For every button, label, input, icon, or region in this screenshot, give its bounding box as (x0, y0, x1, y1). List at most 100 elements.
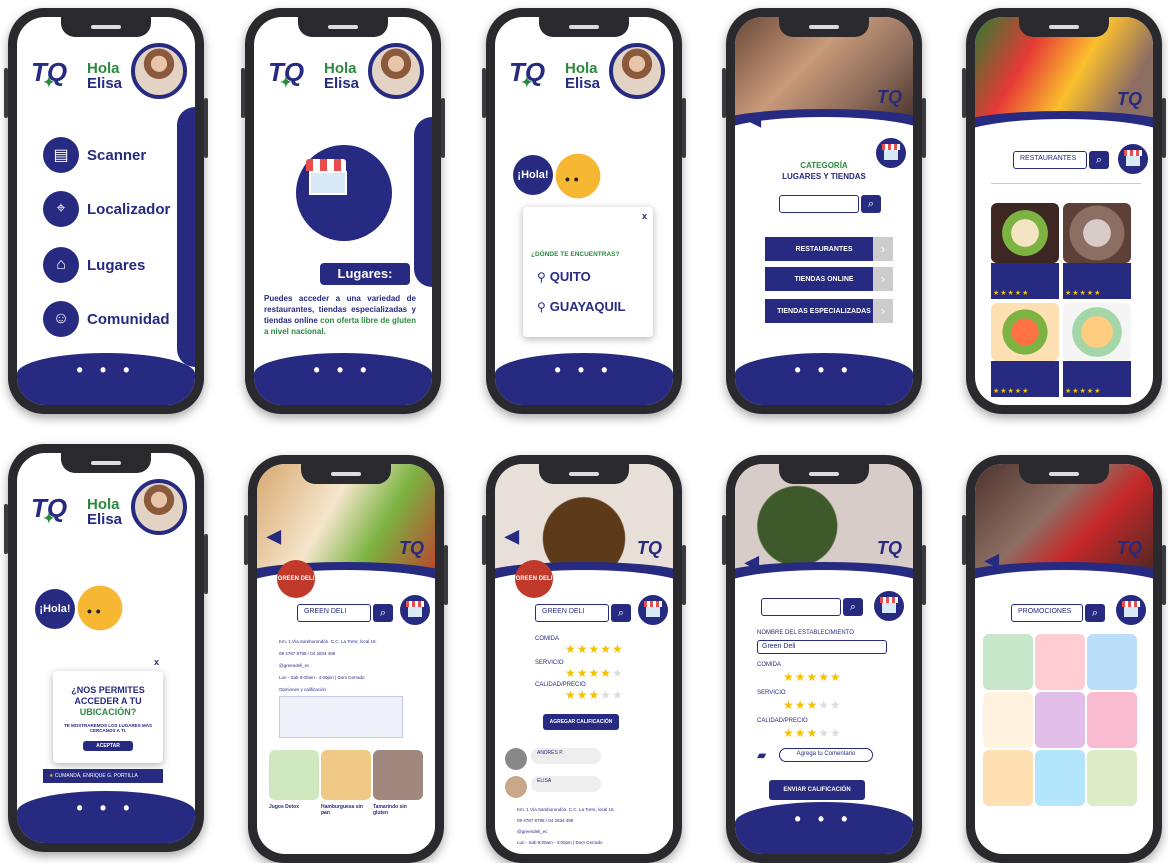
store-icon (871, 588, 907, 624)
rating-stars[interactable]: ★★★★★ (565, 688, 624, 702)
nav-dots[interactable]: • • • (17, 360, 195, 381)
search-icon[interactable]: ⌕ (861, 195, 881, 213)
search-input[interactable] (779, 195, 859, 213)
back-arrow-icon[interactable]: ◀ (747, 109, 761, 130)
chevron-right-icon[interactable]: › (873, 237, 893, 261)
promo-tile[interactable] (983, 634, 1033, 690)
restaurant-photo[interactable] (1063, 203, 1131, 263)
send-rating-button[interactable]: ENVIAR CALIFICACIÓN (769, 780, 865, 800)
add-rating-button[interactable]: AGREGAR CALIFICACIÓN (543, 714, 619, 730)
back-arrow-icon[interactable]: ◀ (745, 552, 759, 573)
close-icon[interactable]: x (642, 211, 647, 221)
search-input[interactable]: GREEN DELI (535, 604, 609, 622)
menu-localizador[interactable]: ⌖ Localizador (43, 191, 170, 227)
promo-tile[interactable] (1087, 750, 1137, 806)
promo-tile[interactable] (983, 692, 1033, 748)
review-avatar (505, 776, 527, 798)
city-quito[interactable]: ⚲ QUITO (537, 269, 591, 284)
rating-stars[interactable]: ★★★★★ (565, 666, 624, 680)
menu-comunidad[interactable]: ☺ Comunidad (43, 301, 170, 337)
chevron-right-icon[interactable]: › (873, 267, 893, 291)
close-icon[interactable]: x (154, 657, 159, 667)
avatar[interactable] (131, 43, 187, 99)
rating-label: SERVICIO (535, 660, 564, 666)
promo-tile[interactable] (1035, 634, 1085, 690)
search-input[interactable]: GREEN DELI (297, 604, 371, 622)
promo-tile[interactable] (1035, 692, 1085, 748)
promo-tile[interactable] (983, 750, 1033, 806)
menu-lugares[interactable]: ⌂ Lugares (43, 247, 145, 283)
search-input[interactable] (761, 598, 841, 616)
nav-dots[interactable]: • • • (735, 360, 913, 381)
avatar[interactable] (131, 479, 187, 535)
greeting: Hola Elisa (565, 60, 601, 92)
accept-button[interactable]: ACEPTAR (83, 741, 133, 751)
promo-tile[interactable] (1087, 634, 1137, 690)
star-icon: ★ (49, 773, 54, 779)
cat-tiendas-online[interactable]: TIENDAS ONLINE (765, 267, 883, 291)
review-bubble: ANDRÉS P. (531, 748, 601, 764)
screen-promociones: ◀ TQ PROMOCIONES ⌕ (975, 464, 1153, 854)
tq-logo: TQ ✦ (31, 493, 68, 526)
detail-info: Km. 1 Vía Samborondón. C.C. La Torre, lo… (517, 807, 615, 845)
restaurant-card[interactable]: ★★★★★ (1063, 263, 1131, 299)
chevron-right-icon[interactable]: › (873, 299, 893, 323)
cat-restaurantes[interactable]: RESTAURANTES (765, 237, 883, 261)
store-icon (1113, 592, 1149, 628)
community-icon: ☺ (43, 301, 79, 337)
tq-logo: TQ (1117, 89, 1142, 109)
nav-dots[interactable]: • • • (17, 798, 195, 819)
search-icon[interactable]: ⌕ (611, 604, 631, 622)
search-icon[interactable]: ⌕ (373, 604, 393, 622)
tq-logo: TQ (1117, 538, 1142, 558)
categoria-subtitle: LUGARES Y TIENDAS (782, 172, 866, 181)
phone-permiso: TQ✦ HolaElisa ¡Hola! x ¿NOS PERMITES ACC… (4, 444, 208, 852)
search-input[interactable]: RESTAURANTES (1013, 151, 1087, 169)
screen-detalle: ◀ GREEN DELI TQ GREEN DELI ⌕ Km. 1 Vía S… (257, 464, 435, 854)
product-photo[interactable] (321, 750, 371, 800)
nav-dots[interactable]: • • • (495, 360, 673, 381)
back-arrow-icon[interactable]: ◀ (505, 526, 519, 547)
screen-calificaciones: ◀ GREEN DELI TQ GREEN DELI ⌕ COMIDA ★★★★… (495, 464, 673, 854)
restaurant-card[interactable]: ★★★★★ (991, 263, 1059, 299)
search-icon[interactable]: ⌕ (1085, 604, 1105, 622)
restaurant-photo[interactable] (1063, 303, 1131, 361)
back-arrow-icon[interactable]: ◀ (985, 550, 999, 571)
nombre-input[interactable]: Green Deli (757, 640, 887, 654)
comment-input[interactable]: Agrega tu Comentario (779, 748, 873, 762)
avatar[interactable] (368, 43, 424, 99)
rating-stars[interactable]: ★★★★★ (783, 698, 842, 712)
restaurant-card[interactable]: ★★★★★ (1063, 361, 1131, 397)
search-input[interactable]: PROMOCIONES (1011, 604, 1083, 622)
cat-tiendas-especializadas[interactable]: TIENDAS ESPECIALIZADAS (765, 299, 883, 323)
product-photo[interactable] (373, 750, 423, 800)
restaurant-photo[interactable] (991, 203, 1059, 263)
search-icon[interactable]: ⌕ (1089, 151, 1109, 169)
rating-stars[interactable]: ★★★★★ (783, 726, 842, 740)
rating-stars[interactable]: ★★★★★ (783, 670, 842, 684)
avatar[interactable] (609, 43, 665, 99)
filter-row[interactable] (991, 183, 1141, 191)
city-guayaquil[interactable]: ⚲ GUAYAQUIL (537, 299, 625, 314)
address-bar[interactable]: ★ CUMANDÁ, ENRIQUE G. PORTILLA (43, 769, 163, 783)
product-photo[interactable] (269, 750, 319, 800)
promo-tile[interactable] (1087, 692, 1137, 748)
rating-label: CALIDAD/PRECIO (757, 718, 808, 724)
restaurant-card[interactable]: ★★★★★ (991, 361, 1059, 397)
search-icon[interactable]: ⌕ (843, 598, 863, 616)
nav-dots[interactable]: • • • (254, 360, 432, 381)
phone-lugares: TQ ✦ Hola Elisa Lugares: Puedes acceder a … (241, 8, 445, 414)
nav-dots[interactable]: • • • (735, 809, 913, 830)
screen-lugares: TQ ✦ Hola Elisa Lugares: Puedes acceder a … (254, 17, 432, 405)
side-decoration (177, 107, 195, 367)
menu-scanner[interactable]: ▤ Scanner (43, 137, 146, 173)
phone-ubicacion: TQ✦ HolaElisa ¡Hola! x ¿DÓNDE TE ENCUENT… (482, 8, 686, 414)
detail-info: Km. 1 Vía Samborondón. C.C. La Torre, lo… (279, 639, 377, 692)
rating-stars[interactable]: ★★★★★ (565, 642, 624, 656)
tq-logo: TQ (877, 87, 902, 107)
restaurant-photo[interactable] (991, 303, 1059, 361)
review-avatar (505, 748, 527, 770)
map[interactable] (279, 696, 403, 738)
back-arrow-icon[interactable]: ◀ (267, 526, 281, 547)
promo-tile[interactable] (1035, 750, 1085, 806)
